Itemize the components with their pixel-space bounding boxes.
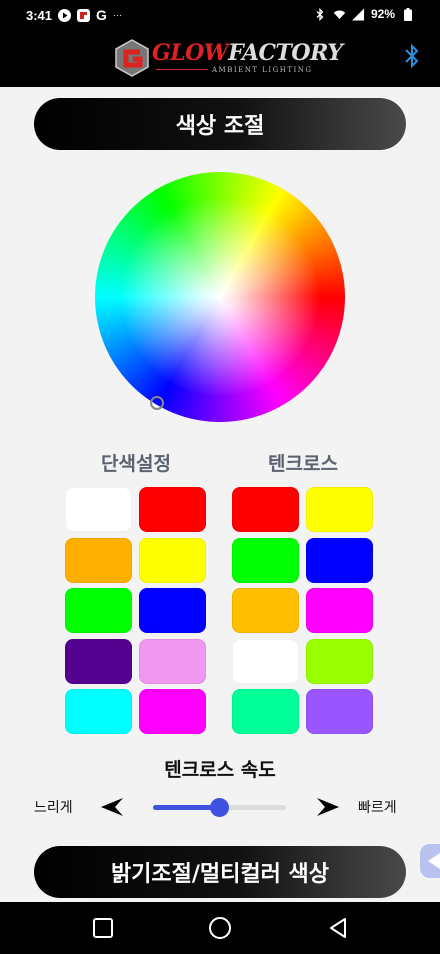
techno-speed-title: 텐크로스 속도 <box>164 759 276 781</box>
battery-percent: 92% <box>370 7 395 21</box>
techno-color-swatch[interactable] <box>232 689 299 734</box>
main-content: 색상 조절 단색설정 텐크로스 텐크로스 속도 느리게 빠르게 밝기조절/멀티컬… <box>0 87 440 902</box>
techno-color-swatch[interactable] <box>232 638 299 684</box>
home-button[interactable] <box>208 916 232 940</box>
faster-arrow-icon[interactable] <box>316 797 340 817</box>
app-icon <box>77 8 91 22</box>
bluetooth-icon <box>314 7 327 21</box>
solid-color-swatch[interactable] <box>139 638 206 684</box>
recent-apps-icon <box>93 918 113 938</box>
color-control-header[interactable]: 색상 조절 <box>34 98 406 150</box>
techno-color-swatch[interactable] <box>232 588 299 633</box>
solid-color-swatch[interactable] <box>65 689 132 734</box>
speed-slider[interactable] <box>153 798 286 817</box>
chevron-left-icon <box>428 853 440 869</box>
techno-color-swatch[interactable] <box>306 588 373 633</box>
back-button[interactable] <box>326 916 350 940</box>
solid-color-swatch[interactable] <box>139 689 206 734</box>
solid-color-swatch[interactable] <box>65 537 132 583</box>
signal-icon <box>351 7 365 21</box>
side-drawer-handle[interactable] <box>420 844 440 878</box>
techno-color-swatch[interactable] <box>232 537 299 583</box>
logo-word-factory: FACTORY <box>228 40 343 66</box>
bluetooth-icon <box>405 43 419 69</box>
status-time: 3:41 <box>26 7 53 23</box>
solid-color-title: 단색설정 <box>101 453 171 475</box>
speed-slider-thumb[interactable] <box>210 798 229 817</box>
solid-color-swatch[interactable] <box>139 588 206 633</box>
more-notifications: ··· <box>112 10 122 20</box>
color-wheel[interactable] <box>95 172 345 422</box>
solid-color-swatch[interactable] <box>65 588 132 633</box>
back-icon <box>330 918 346 938</box>
solid-color-swatch[interactable] <box>65 487 132 532</box>
google-icon: G <box>96 7 107 23</box>
techno-title: 텐크로스 <box>268 453 338 475</box>
techno-color-swatch[interactable] <box>306 689 373 734</box>
play-icon <box>58 8 72 22</box>
techno-color-swatch[interactable] <box>306 487 373 532</box>
slow-label: 느리게 <box>34 800 73 816</box>
battery-icon <box>401 7 414 21</box>
wifi-icon <box>333 8 346 21</box>
home-icon <box>209 917 231 939</box>
brightness-multicolor-header[interactable]: 밝기조절/멀티컬러 색상 <box>34 846 406 898</box>
techno-color-swatch[interactable] <box>306 638 373 684</box>
logo-word-glow: GLOW <box>152 40 229 66</box>
solid-color-swatch[interactable] <box>139 537 206 583</box>
techno-color-swatch[interactable] <box>306 537 373 583</box>
bluetooth-connect-button[interactable] <box>402 42 422 70</box>
recent-apps-button[interactable] <box>91 916 115 940</box>
slower-arrow-icon[interactable] <box>100 797 124 817</box>
logo-divider <box>156 69 208 70</box>
logo-emblem-icon <box>115 39 149 77</box>
fast-label: 빠르게 <box>358 800 397 816</box>
status-bar: 3:41 G ··· 92% <box>0 0 440 30</box>
solid-color-swatch[interactable] <box>65 638 132 684</box>
color-wheel-handle[interactable] <box>150 396 164 410</box>
solid-color-swatch[interactable] <box>139 487 206 532</box>
navigation-bar <box>0 902 440 954</box>
app-header: GLOWFACTORY AMBIENT LIGHTING <box>0 30 440 87</box>
logo-wordmark: GLOWFACTORY <box>152 40 343 66</box>
logo-tagline: AMBIENT LIGHTING <box>212 66 313 74</box>
techno-color-swatch[interactable] <box>232 487 299 532</box>
glowfactory-logo: GLOWFACTORY AMBIENT LIGHTING <box>112 38 343 80</box>
